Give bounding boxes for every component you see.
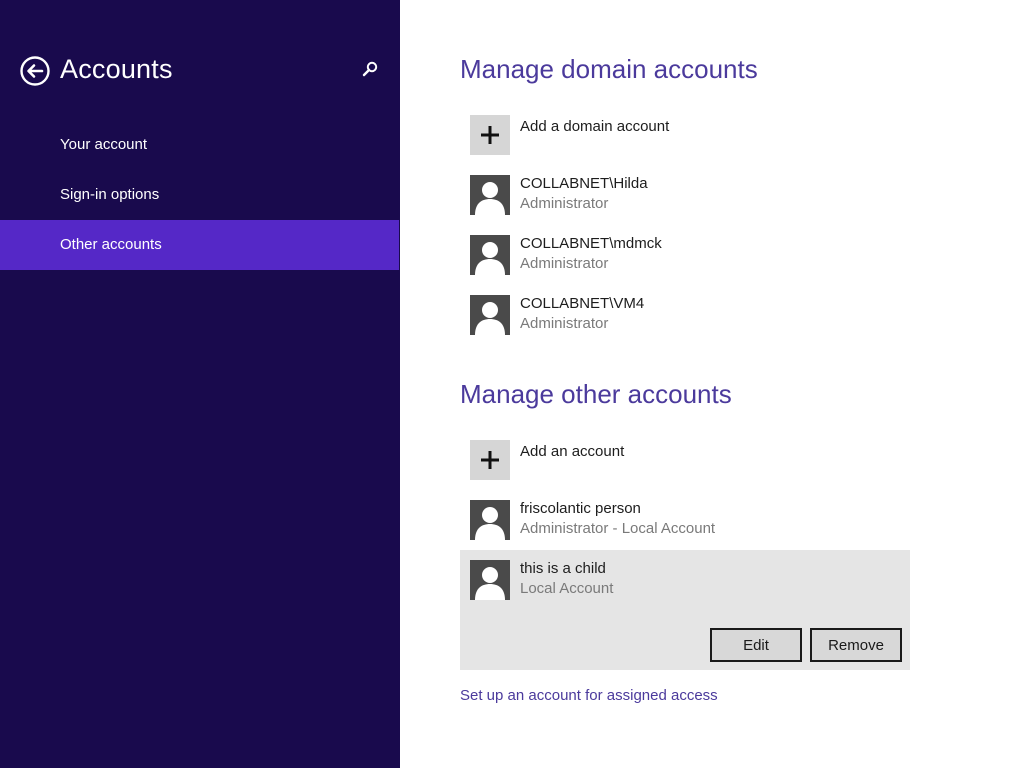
account-role: Administrator <box>520 195 609 212</box>
sidebar: Accounts Your account Sign-in options Ot… <box>0 0 400 768</box>
user-avatar-icon <box>470 235 510 275</box>
domain-accounts-heading: Manage domain accounts <box>460 54 758 84</box>
plus-icon <box>470 440 510 480</box>
sidebar-item-label: Your account <box>60 136 148 153</box>
domain-account-row[interactable]: COLLABNET\VM4 Administrator <box>470 295 920 339</box>
other-account-row-selected[interactable]: this is a child Local Account <box>470 560 920 604</box>
user-avatar-icon <box>470 560 510 600</box>
add-account-label: Add an account <box>520 443 625 460</box>
remove-button[interactable]: Remove <box>810 628 902 662</box>
account-name: COLLABNET\Hilda <box>520 175 648 192</box>
add-domain-account-button[interactable]: Add a domain account <box>470 115 920 159</box>
other-account-row[interactable]: friscolantic person Administrator - Loca… <box>470 500 920 544</box>
edit-button[interactable]: Edit <box>710 628 802 662</box>
sidebar-item-sign-in-options[interactable]: Sign-in options <box>0 170 399 220</box>
domain-account-row[interactable]: COLLABNET\Hilda Administrator <box>470 175 920 219</box>
plus-icon <box>470 115 510 155</box>
main-content: Manage domain accounts Add a domain acco… <box>400 0 1024 768</box>
search-button[interactable] <box>358 58 382 82</box>
account-name: COLLABNET\mdmck <box>520 235 662 252</box>
account-role: Administrator <box>520 315 609 332</box>
account-name: COLLABNET\VM4 <box>520 295 645 312</box>
page-title: Accounts <box>60 54 173 84</box>
account-name: friscolantic person <box>520 500 641 517</box>
domain-account-row[interactable]: COLLABNET\mdmck Administrator <box>470 235 920 279</box>
account-role: Local Account <box>520 580 614 597</box>
sidebar-item-label: Sign-in options <box>60 186 160 203</box>
account-name: this is a child <box>520 560 606 577</box>
user-avatar-icon <box>470 175 510 215</box>
sidebar-item-your-account[interactable]: Your account <box>0 120 399 170</box>
sidebar-item-label: Other accounts <box>60 236 162 253</box>
add-domain-account-label: Add a domain account <box>520 118 670 135</box>
assigned-access-link[interactable]: Set up an account for assigned access <box>460 687 718 704</box>
add-account-button[interactable]: Add an account <box>470 440 920 484</box>
back-button[interactable] <box>20 56 50 86</box>
account-role: Administrator - Local Account <box>520 520 716 537</box>
user-avatar-icon <box>470 500 510 540</box>
search-icon <box>362 61 378 77</box>
back-arrow-circle-icon <box>20 56 50 86</box>
other-accounts-heading: Manage other accounts <box>460 379 732 409</box>
user-avatar-icon <box>470 295 510 335</box>
account-role: Administrator <box>520 255 609 272</box>
sidebar-item-other-accounts[interactable]: Other accounts <box>0 220 399 270</box>
